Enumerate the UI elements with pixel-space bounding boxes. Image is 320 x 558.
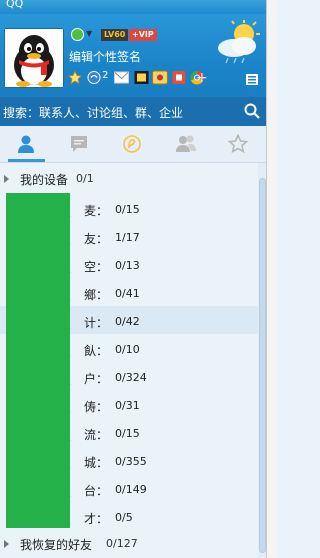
group-count: 0/10 — [115, 343, 140, 356]
favorites-icon — [228, 134, 248, 154]
group-count: 0/5 — [115, 511, 133, 524]
wallet-icon[interactable] — [134, 70, 149, 85]
weather-icon[interactable] — [214, 20, 262, 64]
star-icon[interactable] — [68, 70, 82, 85]
background-window-edge — [266, 0, 277, 558]
group-label: 麦： — [84, 204, 109, 218]
search-input[interactable]: 搜索：联系人、讨论组、群、企业 — [3, 104, 183, 121]
group-label: 户： — [84, 372, 109, 386]
qq-main-window: QQ ▼ LV60 +VIP 编辑个性签名 2 + 搜索：联系人、讨论组、群、企… — [0, 0, 266, 558]
group-label: 俦： — [84, 400, 109, 414]
group-count: 0/149 — [115, 483, 147, 496]
chat-icon — [71, 136, 87, 152]
status-caret-icon[interactable]: ▼ — [86, 29, 92, 38]
qzone-icon — [123, 135, 141, 153]
group-count: 1/17 — [115, 231, 140, 244]
expand-arrow-icon[interactable] — [4, 540, 9, 548]
group-label: 我的设备 — [20, 173, 69, 187]
tab-favorites[interactable] — [212, 126, 265, 162]
game-icon[interactable] — [152, 70, 168, 85]
group-count: 0/127 — [106, 537, 138, 550]
tab-qzone[interactable] — [106, 126, 159, 162]
group-count: 0/42 — [115, 315, 140, 328]
add-app-icon[interactable]: + — [196, 71, 208, 85]
contacts-icon — [18, 135, 34, 153]
group-count: 0/1 — [76, 172, 94, 185]
group-label: 计： — [84, 316, 109, 330]
title-bar[interactable]: QQ — [0, 0, 266, 14]
group-label: 飤： — [84, 344, 109, 358]
tab-chats[interactable] — [53, 126, 106, 162]
vip-badge[interactable]: +VIP — [129, 29, 157, 41]
tab-groups[interactable] — [159, 126, 212, 162]
group-count: 0/31 — [115, 399, 140, 412]
group-count: 0/15 — [115, 203, 140, 216]
group-recovered-friends[interactable]: 我恢复的好友 0/127 — [0, 530, 258, 558]
group-count: 0/15 — [115, 427, 140, 440]
group-label: 台： — [84, 484, 109, 498]
scrollbar-thumb[interactable] — [259, 178, 266, 553]
group-my-devices[interactable]: 我的设备 0/1 — [0, 165, 258, 193]
group-count: 0/355 — [115, 455, 147, 468]
app-grid-icon[interactable] — [246, 74, 258, 85]
expand-arrow-icon[interactable] — [4, 175, 9, 183]
signature-field[interactable]: 编辑个性签名 — [69, 48, 141, 65]
shop-icon[interactable] — [172, 70, 186, 85]
group-label: 我恢复的好友 — [20, 538, 93, 552]
profile-panel: ▼ LV60 +VIP 编辑个性签名 2 + — [0, 14, 266, 97]
online-status-icon[interactable] — [71, 28, 84, 41]
mail-icon[interactable] — [114, 70, 129, 85]
level-badge[interactable]: LV60 — [101, 29, 129, 41]
avatar[interactable] — [4, 28, 64, 88]
main-tabs — [0, 126, 266, 163]
group-label: 友： — [84, 232, 109, 246]
qzone-app-icon[interactable] — [87, 70, 101, 85]
group-label: 才： — [84, 512, 109, 526]
groups-icon — [176, 135, 196, 152]
group-label: 流： — [84, 428, 109, 442]
tab-contacts[interactable] — [0, 126, 53, 162]
search-bar[interactable]: 搜索：联系人、讨论组、群、企业 — [0, 97, 266, 126]
group-count: 0/13 — [115, 259, 140, 272]
group-label: 城： — [84, 456, 109, 470]
group-count: 0/324 — [115, 371, 147, 384]
group-label: 鄉： — [84, 288, 109, 302]
toolbar-count: 2 — [102, 70, 109, 81]
redaction-block — [6, 193, 70, 528]
penguin-avatar-icon — [5, 29, 63, 87]
app-title: QQ — [6, 0, 24, 10]
group-count: 0/41 — [115, 287, 140, 300]
search-icon[interactable] — [244, 103, 260, 119]
group-label: 空： — [84, 260, 109, 274]
